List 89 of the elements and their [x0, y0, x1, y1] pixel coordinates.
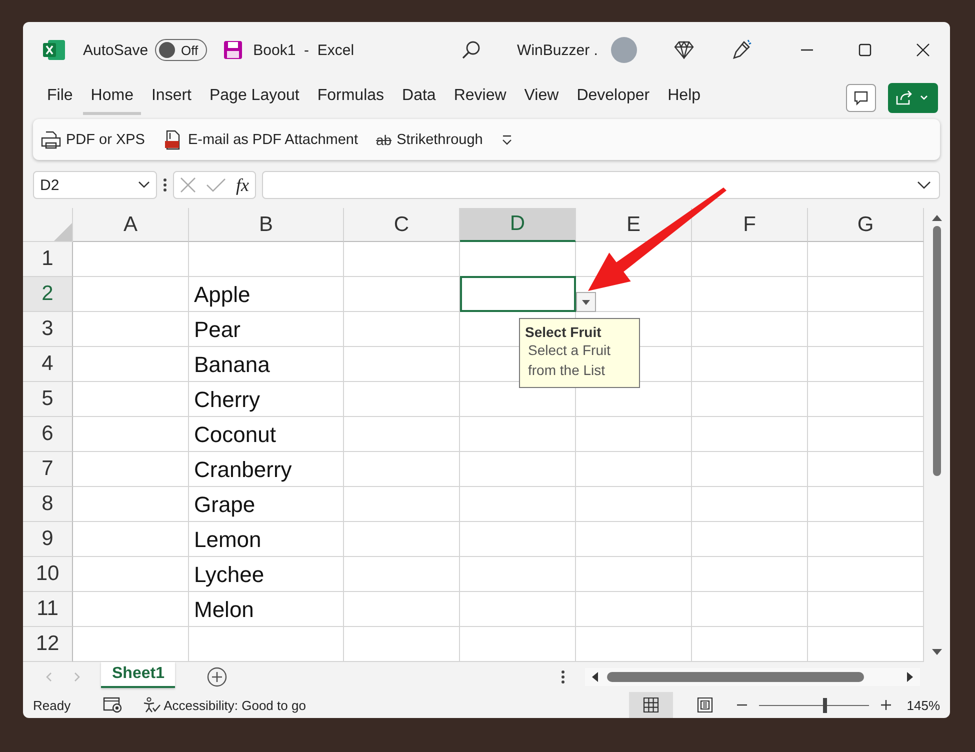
ribbon-tab[interactable]: Home [82, 81, 142, 115]
grid-icon [642, 697, 659, 713]
row-header[interactable]: 8 [23, 487, 73, 522]
normal-view-button[interactable] [628, 692, 673, 718]
insert-function-button[interactable]: fx [236, 174, 249, 196]
excel-logo-icon [43, 40, 65, 60]
zoom-level[interactable]: 145% [906, 698, 940, 712]
table-cell-text: Grape [193, 490, 256, 519]
name-box[interactable]: D2 [33, 171, 157, 199]
ribbon-tab[interactable]: Insert [143, 81, 200, 115]
macro-recording-icon[interactable] [102, 697, 123, 713]
scroll-thumb[interactable] [607, 672, 864, 682]
sheet-tab[interactable]: Sheet1 [101, 662, 176, 688]
share-button[interactable] [888, 83, 938, 113]
ribbon-tab[interactable]: File [39, 81, 81, 115]
diamond-icon[interactable] [674, 41, 694, 59]
customize-toolbar-icon[interactable] [500, 134, 513, 146]
column-header[interactable]: G [808, 208, 924, 242]
row-header[interactable]: 1 [23, 242, 73, 277]
accessibility-status[interactable]: Accessibility: Good to go [142, 697, 306, 713]
row-header[interactable]: 11 [23, 592, 73, 627]
ribbon-tab[interactable]: Formulas [309, 81, 392, 115]
autosave-label: AutoSave [83, 42, 148, 58]
strikethrough-icon: ab [376, 132, 392, 148]
more-options-icon[interactable] [163, 177, 167, 193]
scroll-left-icon[interactable] [591, 672, 599, 682]
row-header[interactable]: 3 [23, 312, 73, 347]
accessibility-icon [142, 697, 161, 713]
ribbon-tab[interactable]: Review [446, 81, 514, 115]
close-icon[interactable] [916, 43, 930, 57]
table-cell-text: Cherry [193, 386, 262, 414]
scroll-thumb[interactable] [933, 226, 941, 476]
formula-input[interactable] [262, 171, 940, 199]
column-header[interactable]: A [73, 208, 189, 242]
tooltip-message: Select a Fruit from the List [527, 341, 612, 380]
maximize-icon[interactable] [858, 43, 872, 57]
row-header[interactable]: 10 [23, 557, 73, 592]
comment-icon [853, 90, 869, 106]
tooltip-title: Select Fruit [525, 324, 602, 340]
scroll-down-icon[interactable] [932, 648, 942, 656]
dropdown-button[interactable] [576, 292, 596, 312]
expand-icon[interactable] [917, 180, 931, 190]
table-cell-text: Banana [193, 350, 271, 378]
table-cell-text: Cranberry [193, 456, 293, 484]
ribbon-tab[interactable]: Page Layout [201, 81, 308, 115]
table-cell-text: Melon [193, 596, 255, 624]
account-name[interactable]: WinBuzzer . [517, 42, 598, 58]
toolbar-button[interactable]: ab Strikethrough [376, 132, 483, 148]
column-header[interactable]: F [692, 208, 808, 242]
row-header[interactable]: 6 [23, 417, 73, 452]
ribbon-tab[interactable]: View [516, 81, 567, 115]
row-header[interactable]: 9 [23, 522, 73, 557]
scroll-right-icon[interactable] [906, 672, 914, 682]
autosave-toggle[interactable]: Off [155, 39, 208, 61]
table-cell-text: Apple [193, 280, 252, 309]
row-header[interactable]: 4 [23, 347, 73, 382]
page-icon [696, 697, 713, 713]
toolbar-button[interactable]: E-mail as PDF Attachment [162, 130, 358, 150]
table-cell-text: Coconut [193, 420, 277, 448]
comments-button[interactable] [846, 84, 876, 112]
active-cell[interactable] [460, 276, 576, 312]
column-header[interactable]: D [460, 208, 576, 242]
toolbar-button[interactable]: PDF or XPS [41, 130, 145, 148]
ribbon-tab[interactable]: Help [660, 81, 709, 115]
ribbon-tab[interactable]: Data [394, 81, 444, 115]
row-header[interactable]: 7 [23, 452, 73, 487]
horizontal-scrollbar[interactable] [585, 668, 920, 686]
save-icon[interactable] [223, 40, 244, 60]
scroll-up-icon[interactable] [932, 214, 942, 222]
column-header[interactable]: E [576, 208, 692, 242]
row-header[interactable]: 12 [23, 627, 73, 662]
row-header[interactable]: 5 [23, 382, 73, 417]
caret-icon [138, 181, 150, 189]
printer-icon [41, 130, 61, 148]
more-options-icon[interactable] [561, 669, 565, 685]
table-cell-text: Lychee [193, 560, 266, 589]
add-sheet-icon[interactable] [207, 667, 228, 687]
caret-icon [582, 300, 590, 304]
status-text: Ready [33, 698, 71, 712]
table-cell-text: Lemon [193, 526, 262, 554]
check-icon[interactable] [206, 177, 226, 193]
ribbon-tab[interactable]: Developer [568, 81, 658, 115]
column-header[interactable]: C [344, 208, 460, 242]
document-title: Book1 - Excel [253, 42, 354, 58]
search-icon[interactable] [461, 40, 482, 60]
column-header[interactable]: B [189, 208, 344, 242]
table-cell-text: Pear [193, 316, 242, 344]
row-header[interactable]: 2 [23, 277, 73, 312]
zoom-in-icon[interactable] [880, 700, 891, 710]
